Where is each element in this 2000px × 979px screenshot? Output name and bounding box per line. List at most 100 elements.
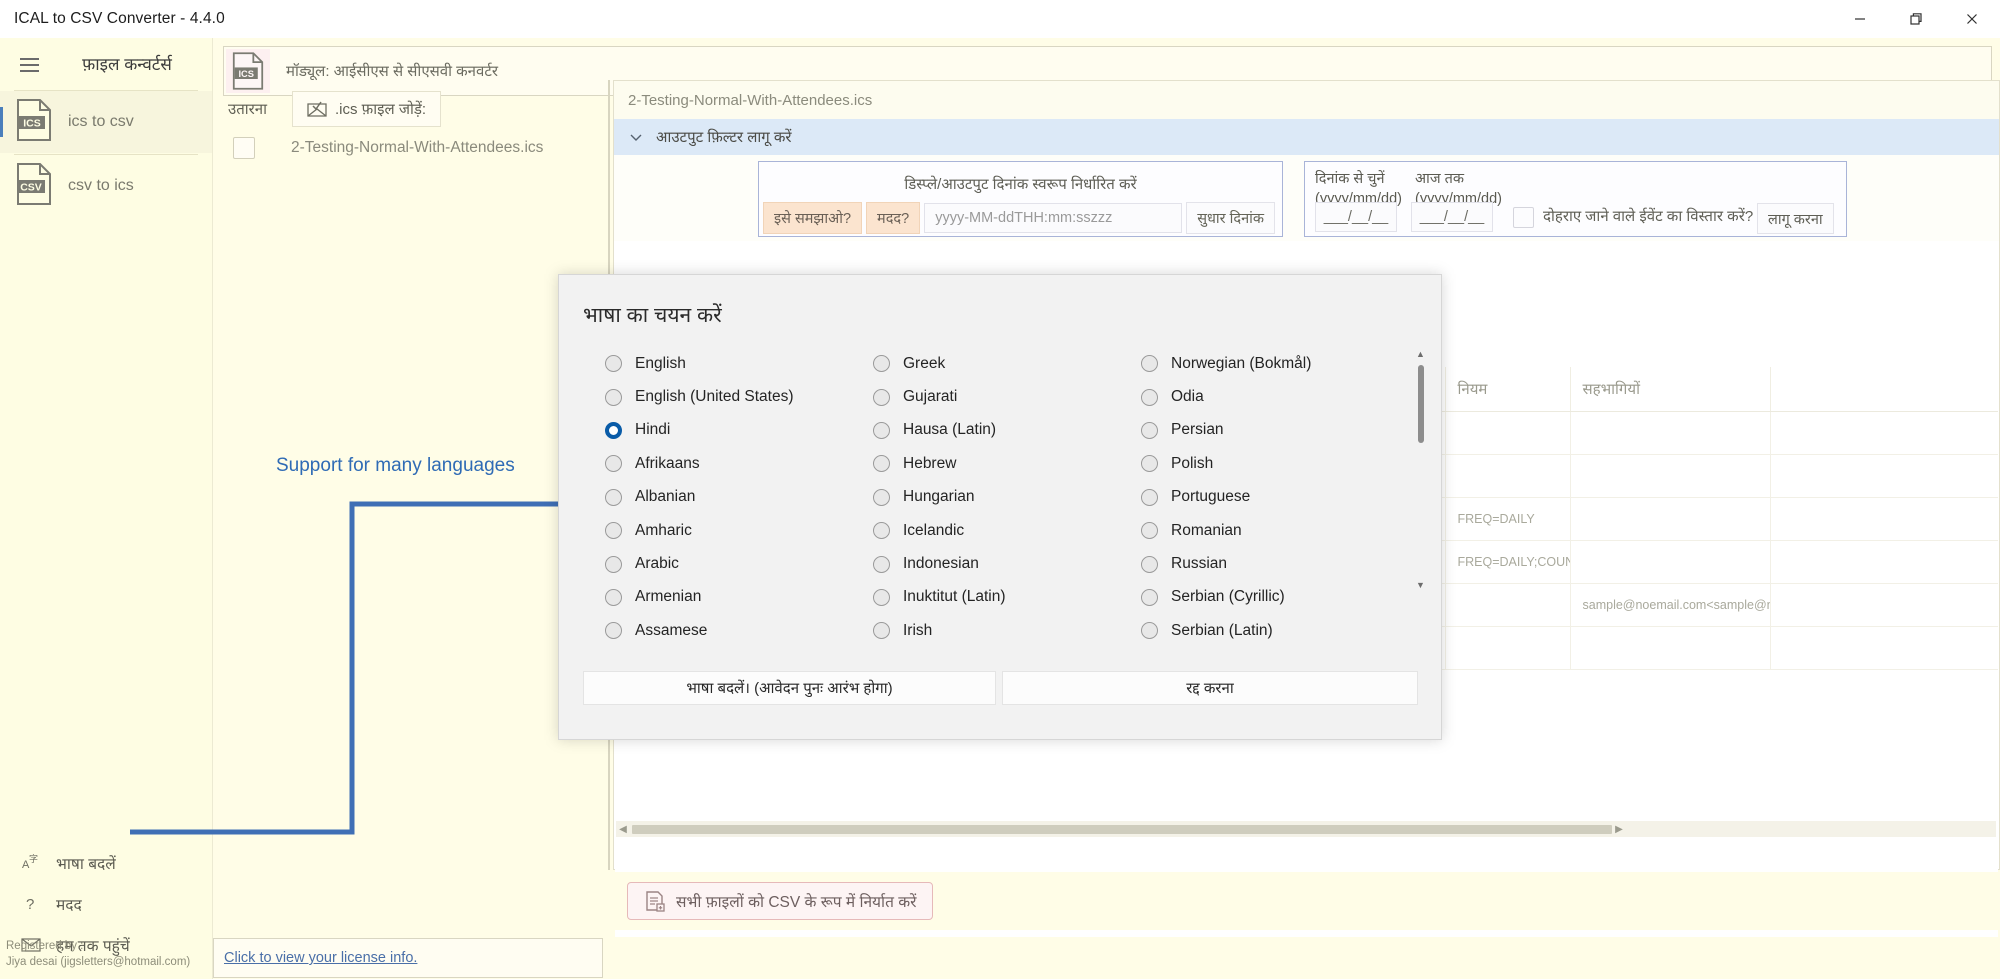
scroll-right-icon[interactable]: ▶ — [1612, 824, 1626, 835]
language-option[interactable]: English — [605, 347, 873, 380]
output-filter-header[interactable]: आउटपुट फ़िल्टर लागू करें — [614, 119, 1999, 155]
radio-icon[interactable] — [1141, 488, 1158, 506]
restore-icon[interactable] — [1888, 0, 1944, 38]
date-from-input[interactable]: ___/__/__ — [1315, 202, 1397, 232]
change-language-button[interactable]: भाषा बदलें। (आवेदन पुनः आरंभ होगा) — [583, 671, 996, 705]
language-option[interactable]: Russian — [1141, 547, 1409, 580]
radio-icon[interactable] — [873, 588, 890, 606]
language-option[interactable]: Inuktitut (Latin) — [873, 581, 1141, 614]
language-option[interactable]: Arabic — [605, 547, 873, 580]
radio-icon[interactable] — [1141, 522, 1158, 540]
sidebar-item-help[interactable]: ? मदद — [0, 884, 212, 924]
caret-down-icon[interactable]: ▼ — [1414, 578, 1427, 591]
language-option[interactable]: Romanian — [1141, 514, 1409, 547]
date-to-input[interactable]: ___/__/__ — [1411, 202, 1493, 232]
add-files-button[interactable]: .ics फ़ाइल जोड़ें: — [292, 91, 442, 127]
file-tab-label[interactable]: 2-Testing-Normal-With-Attendees.ics — [628, 92, 872, 109]
language-option[interactable]: Portuguese — [1141, 481, 1409, 514]
radio-icon[interactable] — [605, 388, 622, 406]
language-option[interactable]: Indonesian — [873, 547, 1141, 580]
radio-icon[interactable] — [873, 421, 890, 439]
help-button[interactable]: मदद? — [866, 202, 921, 234]
language-option[interactable]: Hebrew — [873, 447, 1141, 480]
language-option[interactable]: Greek — [873, 347, 1141, 380]
scroll-left-icon[interactable]: ◀ — [616, 824, 630, 835]
radio-icon[interactable] — [873, 355, 890, 373]
scrollbar-thumb[interactable] — [632, 824, 1612, 834]
radio-icon[interactable] — [1141, 388, 1158, 406]
language-option[interactable]: Serbian (Latin) — [1141, 614, 1409, 647]
date-format-input[interactable]: yyyy-MM-ddTHH:mm:sszzz — [924, 203, 1183, 233]
language-option[interactable]: Serbian (Cyrillic) — [1141, 581, 1409, 614]
radio-icon[interactable] — [873, 455, 890, 473]
radio-icon[interactable] — [1141, 455, 1158, 473]
horizontal-scrollbar[interactable]: ◀ ▶ — [616, 821, 1996, 837]
language-option[interactable]: Assamese — [605, 614, 873, 647]
radio-icon[interactable] — [605, 455, 622, 473]
radio-icon[interactable] — [605, 622, 622, 640]
cell-rule: FREQ=DAILY;COUNT=5 — [1445, 540, 1571, 584]
license-info-link[interactable]: Click to view your license info. — [224, 950, 417, 966]
language-option[interactable]: Armenian — [605, 581, 873, 614]
cancel-button[interactable]: रद्द करना — [1002, 671, 1418, 705]
radio-icon[interactable] — [605, 555, 622, 573]
language-option[interactable]: Norwegian (Bokmål) — [1141, 347, 1409, 380]
radio-icon[interactable] — [873, 488, 890, 506]
radio-icon[interactable] — [605, 588, 622, 606]
hamburger-icon[interactable] — [12, 48, 46, 82]
expand-recurring-checkbox[interactable] — [1513, 207, 1534, 228]
cell-attendees — [1570, 626, 1771, 670]
module-label: मॉड्यूल: आईसीएस से सीएसवी कनवर्टर — [286, 63, 499, 80]
minimize-icon[interactable] — [1832, 0, 1888, 38]
unload-button[interactable]: उतारना — [213, 91, 282, 127]
radio-icon[interactable] — [1141, 555, 1158, 573]
radio-icon[interactable] — [1141, 355, 1158, 373]
language-option[interactable]: Hungarian — [873, 481, 1141, 514]
radio-icon[interactable] — [873, 522, 890, 540]
table-col-header[interactable]: नियम — [1445, 367, 1571, 412]
language-list-scrollbar[interactable]: ▲ ▼ — [1414, 347, 1427, 591]
language-option-selected[interactable]: Hindi — [605, 414, 873, 447]
apply-filter-button[interactable]: लागू करना — [1757, 203, 1834, 234]
sidebar-item-ics-to-csv[interactable]: ICS ics to csv — [0, 91, 212, 153]
language-option[interactable]: Albanian — [605, 481, 873, 514]
language-option[interactable]: Polish — [1141, 447, 1409, 480]
language-option[interactable]: Odia — [1141, 380, 1409, 413]
caret-up-icon[interactable]: ▲ — [1414, 347, 1427, 360]
language-option[interactable]: Gujarati — [873, 380, 1141, 413]
radio-icon[interactable] — [605, 522, 622, 540]
sidebar-item-change-language[interactable]: A 字 भाषा बदलें — [0, 843, 212, 883]
radio-icon[interactable] — [1141, 421, 1158, 439]
language-option[interactable]: Persian — [1141, 414, 1409, 447]
language-label: Hebrew — [903, 454, 957, 472]
export-all-csv-button[interactable]: सभी फ़ाइलों को CSV के रूप में निर्यात कर… — [627, 882, 934, 920]
file-name[interactable]: 2-Testing-Normal-With-Attendees.ics — [291, 139, 543, 157]
language-option[interactable]: Afrikaans — [605, 447, 873, 480]
scrollbar-thumb[interactable] — [1418, 365, 1424, 443]
radio-icon[interactable] — [873, 555, 890, 573]
explain-button[interactable]: इसे समझाओ? — [763, 202, 863, 234]
language-label: Serbian (Latin) — [1171, 621, 1273, 639]
date-from-title: दिनांक से चुनें — [1315, 171, 1385, 187]
cell-attendees — [1570, 497, 1771, 541]
close-icon[interactable] — [1944, 0, 2000, 38]
radio-icon[interactable] — [605, 355, 622, 373]
radio-icon[interactable] — [1141, 588, 1158, 606]
language-option[interactable]: Icelandic — [873, 514, 1141, 547]
table-col-header[interactable]: सहभागियों — [1570, 367, 1771, 412]
table-col-header[interactable] — [1770, 367, 1998, 412]
language-option[interactable]: Amharic — [605, 514, 873, 547]
language-option[interactable]: English (United States) — [605, 380, 873, 413]
sidebar-item-csv-to-ics[interactable]: CSV csv to ics — [0, 155, 212, 217]
radio-icon[interactable] — [605, 488, 622, 506]
radio-icon[interactable] — [873, 388, 890, 406]
file-toolbar: उतारना .ics फ़ाइल जोड़ें: — [213, 90, 603, 128]
language-option[interactable]: Hausa (Latin) — [873, 414, 1141, 447]
svg-text:?: ? — [26, 896, 34, 913]
file-checkbox[interactable] — [233, 137, 255, 159]
language-option[interactable]: Irish — [873, 614, 1141, 647]
radio-icon[interactable] — [873, 622, 890, 640]
fix-date-button[interactable]: सुधार दिनांक — [1186, 202, 1276, 234]
radio-icon[interactable] — [1141, 622, 1158, 640]
radio-icon-selected[interactable] — [605, 421, 622, 439]
